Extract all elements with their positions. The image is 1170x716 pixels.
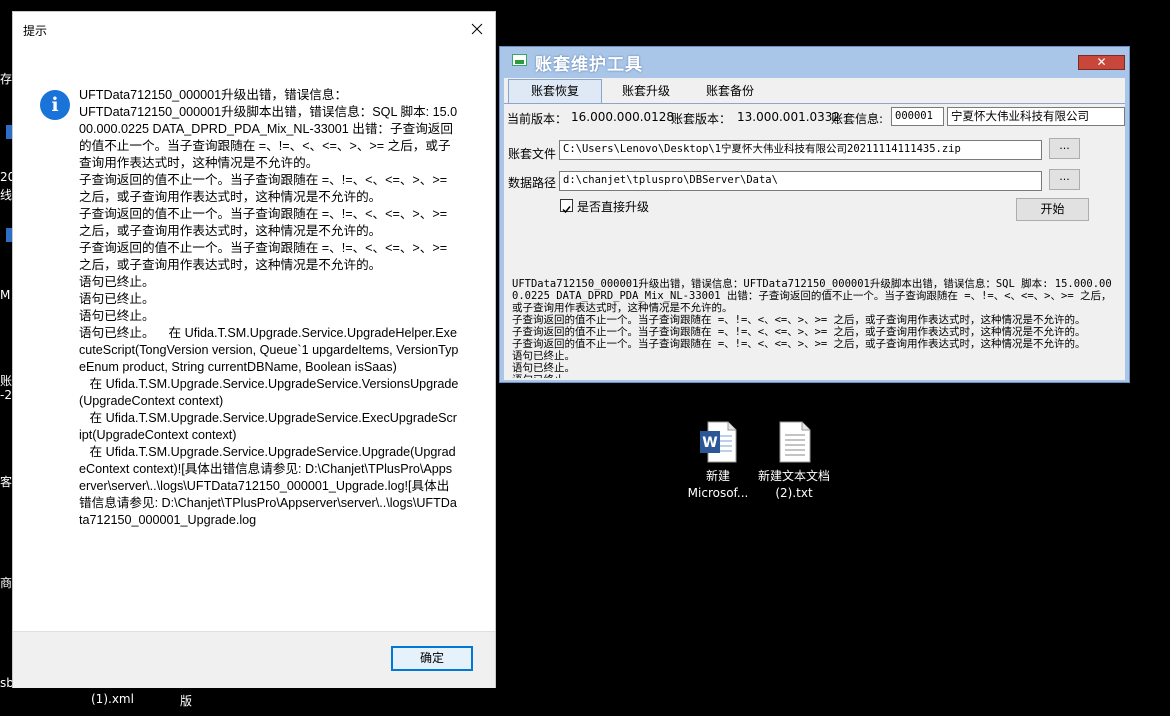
- svg-text:W: W: [702, 435, 717, 451]
- account-file-label: 账套文件: [508, 147, 557, 161]
- message-box-dialog: 提示 i UFTData712150_000001升级出错，错误信息： UFTD…: [12, 11, 496, 688]
- text-document-icon: [774, 420, 814, 464]
- tab-divider: [504, 103, 1125, 104]
- current-version-value: 16.000.000.0128: [571, 110, 675, 124]
- tab-account-restore[interactable]: 账套恢复: [508, 79, 602, 103]
- app-icon: [512, 54, 527, 66]
- close-icon: [471, 23, 483, 35]
- account-file-input[interactable]: C:\Users\Lenovo\Desktop\1宁夏怀大伟业科技有限公司202…: [559, 140, 1042, 160]
- tab-strip: 账套恢复 账套升级 账套备份: [504, 78, 1125, 104]
- tab-account-backup[interactable]: 账套备份: [690, 81, 770, 101]
- tab-account-upgrade[interactable]: 账套升级: [606, 81, 686, 101]
- window-title: 账套维护工具: [535, 55, 643, 75]
- window-titlebar[interactable]: 账套维护工具 ✕: [500, 47, 1129, 75]
- direct-upgrade-label: 是否直接升级: [577, 200, 650, 214]
- dialog-body: i UFTData712150_000001升级出错，错误信息： UFTData…: [13, 46, 495, 631]
- start-button[interactable]: 开始: [1016, 198, 1089, 221]
- data-path-input[interactable]: d:\chanjet\tpluspro\DBServer\Data\: [559, 171, 1042, 191]
- account-code-field[interactable]: 000001: [891, 107, 944, 126]
- desktop-bottom-label: 版: [180, 694, 193, 708]
- account-info-label: 账套信息:: [831, 112, 884, 126]
- dialog-titlebar[interactable]: 提示: [13, 12, 495, 46]
- desktop-icon-label: (2).txt: [775, 486, 813, 500]
- desktop-icon-label: 新建: [705, 469, 730, 483]
- log-output: UFTData712150_000001升级出错，错误信息：UFTData712…: [512, 278, 1112, 378]
- ok-button[interactable]: 确定: [391, 646, 473, 671]
- desktop-icon-text-doc[interactable]: 新建文本文档 (2).txt: [754, 420, 834, 502]
- current-version-label: 当前版本：: [507, 112, 568, 126]
- word-document-icon: W: [698, 420, 738, 464]
- data-path-browse-button[interactable]: ...: [1049, 169, 1080, 190]
- account-version-value: 13.000.001.0332: [737, 110, 841, 124]
- account-name-field[interactable]: 宁夏怀大伟业科技有限公司: [947, 107, 1125, 126]
- error-message-text: UFTData712150_000001升级出错，错误信息： UFTData71…: [79, 88, 459, 527]
- window-client-area: 账套恢复 账套升级 账套备份 当前版本： 16.000.000.0128 账套版…: [504, 78, 1125, 380]
- desktop-icon-label: 新建文本文档: [757, 469, 830, 483]
- window-close-button[interactable]: ✕: [1078, 55, 1125, 70]
- dialog-title: 提示: [23, 24, 48, 38]
- close-icon: ✕: [1096, 55, 1107, 69]
- desktop-icon-word-doc[interactable]: W 新建 Microsof...: [678, 420, 758, 502]
- direct-upgrade-checkbox[interactable]: [560, 199, 573, 214]
- account-maintenance-window: 账套维护工具 ✕ 账套恢复 账套升级 账套备份 当前版本： 16.000.000…: [499, 46, 1130, 383]
- account-file-browse-button[interactable]: ...: [1049, 138, 1080, 159]
- desktop-bottom-label: (1).xml: [91, 692, 134, 706]
- dialog-footer: 确定: [13, 631, 495, 688]
- checkmark-icon: [562, 206, 571, 214]
- data-path-label: 数据路径: [508, 176, 557, 190]
- desktop-icon-label: Microsof...: [687, 486, 749, 500]
- account-version-label: 账套版本：: [671, 112, 732, 126]
- close-button[interactable]: [459, 12, 495, 46]
- info-icon: i: [40, 90, 70, 120]
